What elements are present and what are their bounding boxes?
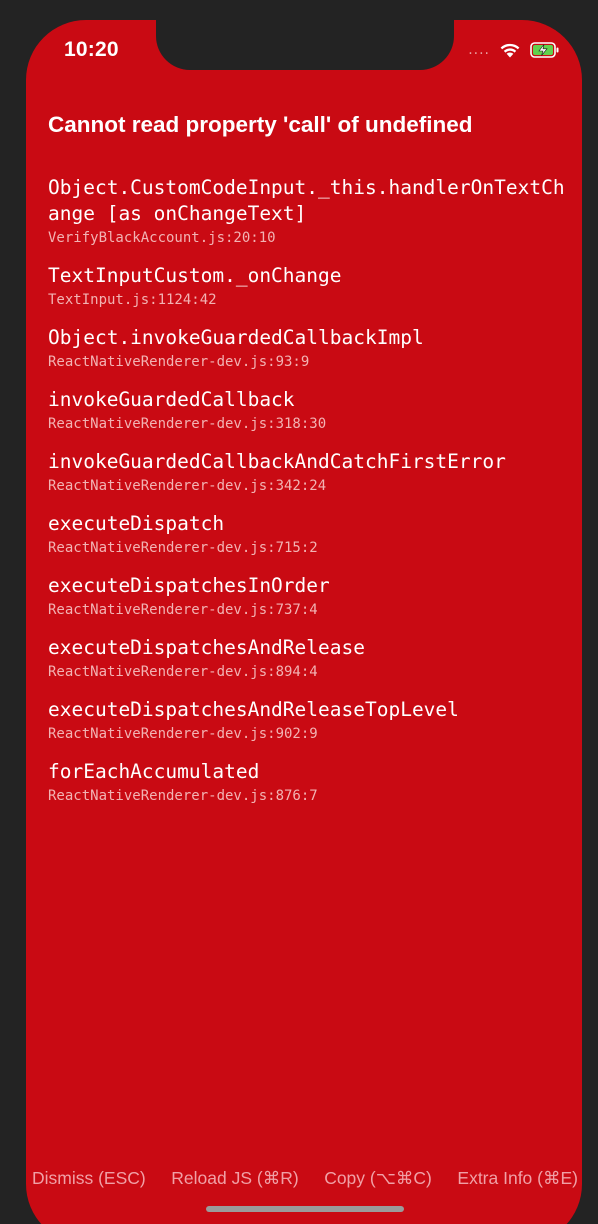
- redbox-footer: Dismiss (ESC) Reload JS (⌘R) Copy (⌥⌘C) …: [26, 1168, 582, 1189]
- copy-button[interactable]: Copy (⌥⌘C): [324, 1168, 432, 1189]
- frame-method: Object.CustomCodeInput._this.handlerOnTe…: [48, 176, 565, 225]
- stack-frame[interactable]: TextInputCustom._onChange TextInput.js:1…: [48, 263, 568, 310]
- frame-file: TextInput.js:1124:42: [48, 292, 217, 308]
- frame-file: ReactNativeRenderer-dev.js:715:2: [48, 540, 318, 556]
- stack-frame[interactable]: executeDispatch ReactNativeRenderer-dev.…: [48, 511, 568, 558]
- stack-frame[interactable]: invokeGuardedCallback ReactNativeRendere…: [48, 387, 568, 434]
- status-time: 10:20: [64, 38, 119, 61]
- dismiss-button[interactable]: Dismiss (ESC): [32, 1168, 146, 1189]
- battery-charging-icon: [530, 42, 560, 58]
- frame-method: executeDispatchesInOrder: [48, 574, 330, 597]
- extra-info-button[interactable]: Extra Info (⌘E): [457, 1168, 578, 1189]
- frame-file: ReactNativeRenderer-dev.js:342:24: [48, 478, 327, 494]
- frame-method: Object.invokeGuardedCallbackImpl: [48, 326, 424, 349]
- stack-frame[interactable]: executeDispatchesInOrder ReactNativeRend…: [48, 573, 568, 620]
- frame-file: VerifyBlackAccount.js:20:10: [48, 230, 276, 246]
- stack-frame[interactable]: Object.CustomCodeInput._this.handlerOnTe…: [48, 175, 568, 248]
- frame-method: executeDispatch: [48, 512, 225, 535]
- signal-dots: ....: [468, 42, 490, 58]
- status-icons: ....: [468, 42, 560, 58]
- frame-file: ReactNativeRenderer-dev.js:902:9: [48, 726, 318, 742]
- frame-file: ReactNativeRenderer-dev.js:318:30: [48, 416, 327, 432]
- stack-trace: Object.CustomCodeInput._this.handlerOnTe…: [48, 175, 568, 821]
- frame-method: invokeGuardedCallbackAndCatchFirstError: [48, 450, 506, 473]
- reload-js-button[interactable]: Reload JS (⌘R): [171, 1168, 298, 1189]
- frame-method: executeDispatchesAndReleaseTopLevel: [48, 698, 459, 721]
- stack-frame[interactable]: executeDispatchesAndRelease ReactNativeR…: [48, 635, 568, 682]
- frame-method: TextInputCustom._onChange: [48, 264, 342, 287]
- frame-method: invokeGuardedCallback: [48, 388, 295, 411]
- frame-method: executeDispatchesAndRelease: [48, 636, 365, 659]
- wifi-icon: [499, 42, 521, 58]
- error-title: Cannot read property 'call' of undefined: [48, 112, 473, 137]
- device-frame: 10:20 .... Cannot read property 'call' o…: [0, 0, 598, 1224]
- stack-frame[interactable]: invokeGuardedCallbackAndCatchFirstError …: [48, 449, 568, 496]
- home-indicator[interactable]: [206, 1206, 404, 1212]
- frame-file: ReactNativeRenderer-dev.js:894:4: [48, 664, 318, 680]
- redbox-error-screen: 10:20 .... Cannot read property 'call' o…: [26, 20, 582, 1224]
- stack-frame[interactable]: forEachAccumulated ReactNativeRenderer-d…: [48, 759, 568, 806]
- frame-file: ReactNativeRenderer-dev.js:876:7: [48, 788, 318, 804]
- frame-method: forEachAccumulated: [48, 760, 260, 783]
- device-notch: [156, 20, 454, 70]
- stack-frame[interactable]: executeDispatchesAndReleaseTopLevel Reac…: [48, 697, 568, 744]
- frame-file: ReactNativeRenderer-dev.js:737:4: [48, 602, 318, 618]
- frame-file: ReactNativeRenderer-dev.js:93:9: [48, 354, 310, 370]
- stack-frame[interactable]: Object.invokeGuardedCallbackImpl ReactNa…: [48, 325, 568, 372]
